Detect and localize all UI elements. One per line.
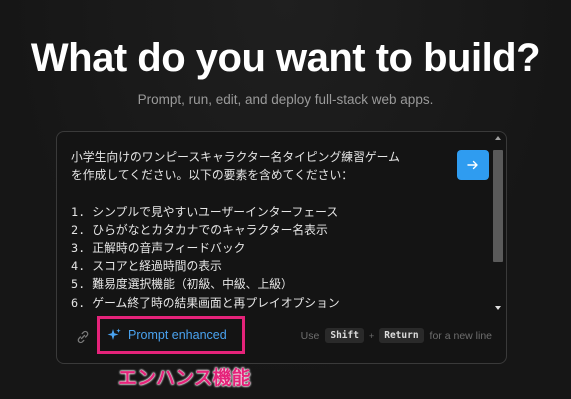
page-title: What do you want to build? — [30, 36, 541, 80]
enhance-feature-annotation: エンハンス機能 — [118, 367, 251, 389]
sparkle-icon — [107, 328, 121, 340]
return-key: Return — [379, 328, 424, 343]
hint-suffix-text: for a new line — [429, 329, 492, 342]
arrow-right-icon — [467, 160, 478, 170]
prompt-toolbar: Prompt enhanced Use Shift + Return for a… — [57, 316, 506, 354]
scroll-thumb[interactable] — [493, 150, 503, 262]
prompt-scrollbar[interactable] — [493, 136, 503, 310]
page-subtitle: Prompt, run, edit, and deploy full-stack… — [137, 92, 434, 107]
app-page: What do you want to build? Prompt, run, … — [0, 0, 571, 399]
prompt-enhanced-label: Prompt enhanced — [128, 328, 227, 342]
hint-use-text: Use — [300, 329, 320, 342]
scroll-up-arrow-icon[interactable] — [495, 136, 501, 140]
scroll-down-arrow-icon[interactable] — [495, 306, 501, 310]
prompt-card: 小学生向けのワンピースキャラクター名タイピング練習ゲーム を作成してください。以… — [56, 131, 507, 364]
shift-key: Shift — [325, 328, 364, 343]
hint-plus: + — [368, 330, 375, 341]
prompt-enhanced-button[interactable]: Prompt enhanced — [97, 316, 245, 354]
newline-hint: Use Shift + Return for a new line — [299, 328, 494, 343]
send-button[interactable] — [457, 150, 489, 180]
link-icon[interactable] — [75, 329, 91, 345]
prompt-textarea[interactable]: 小学生向けのワンピースキャラクター名タイピング練習ゲーム を作成してください。以… — [71, 148, 471, 312]
